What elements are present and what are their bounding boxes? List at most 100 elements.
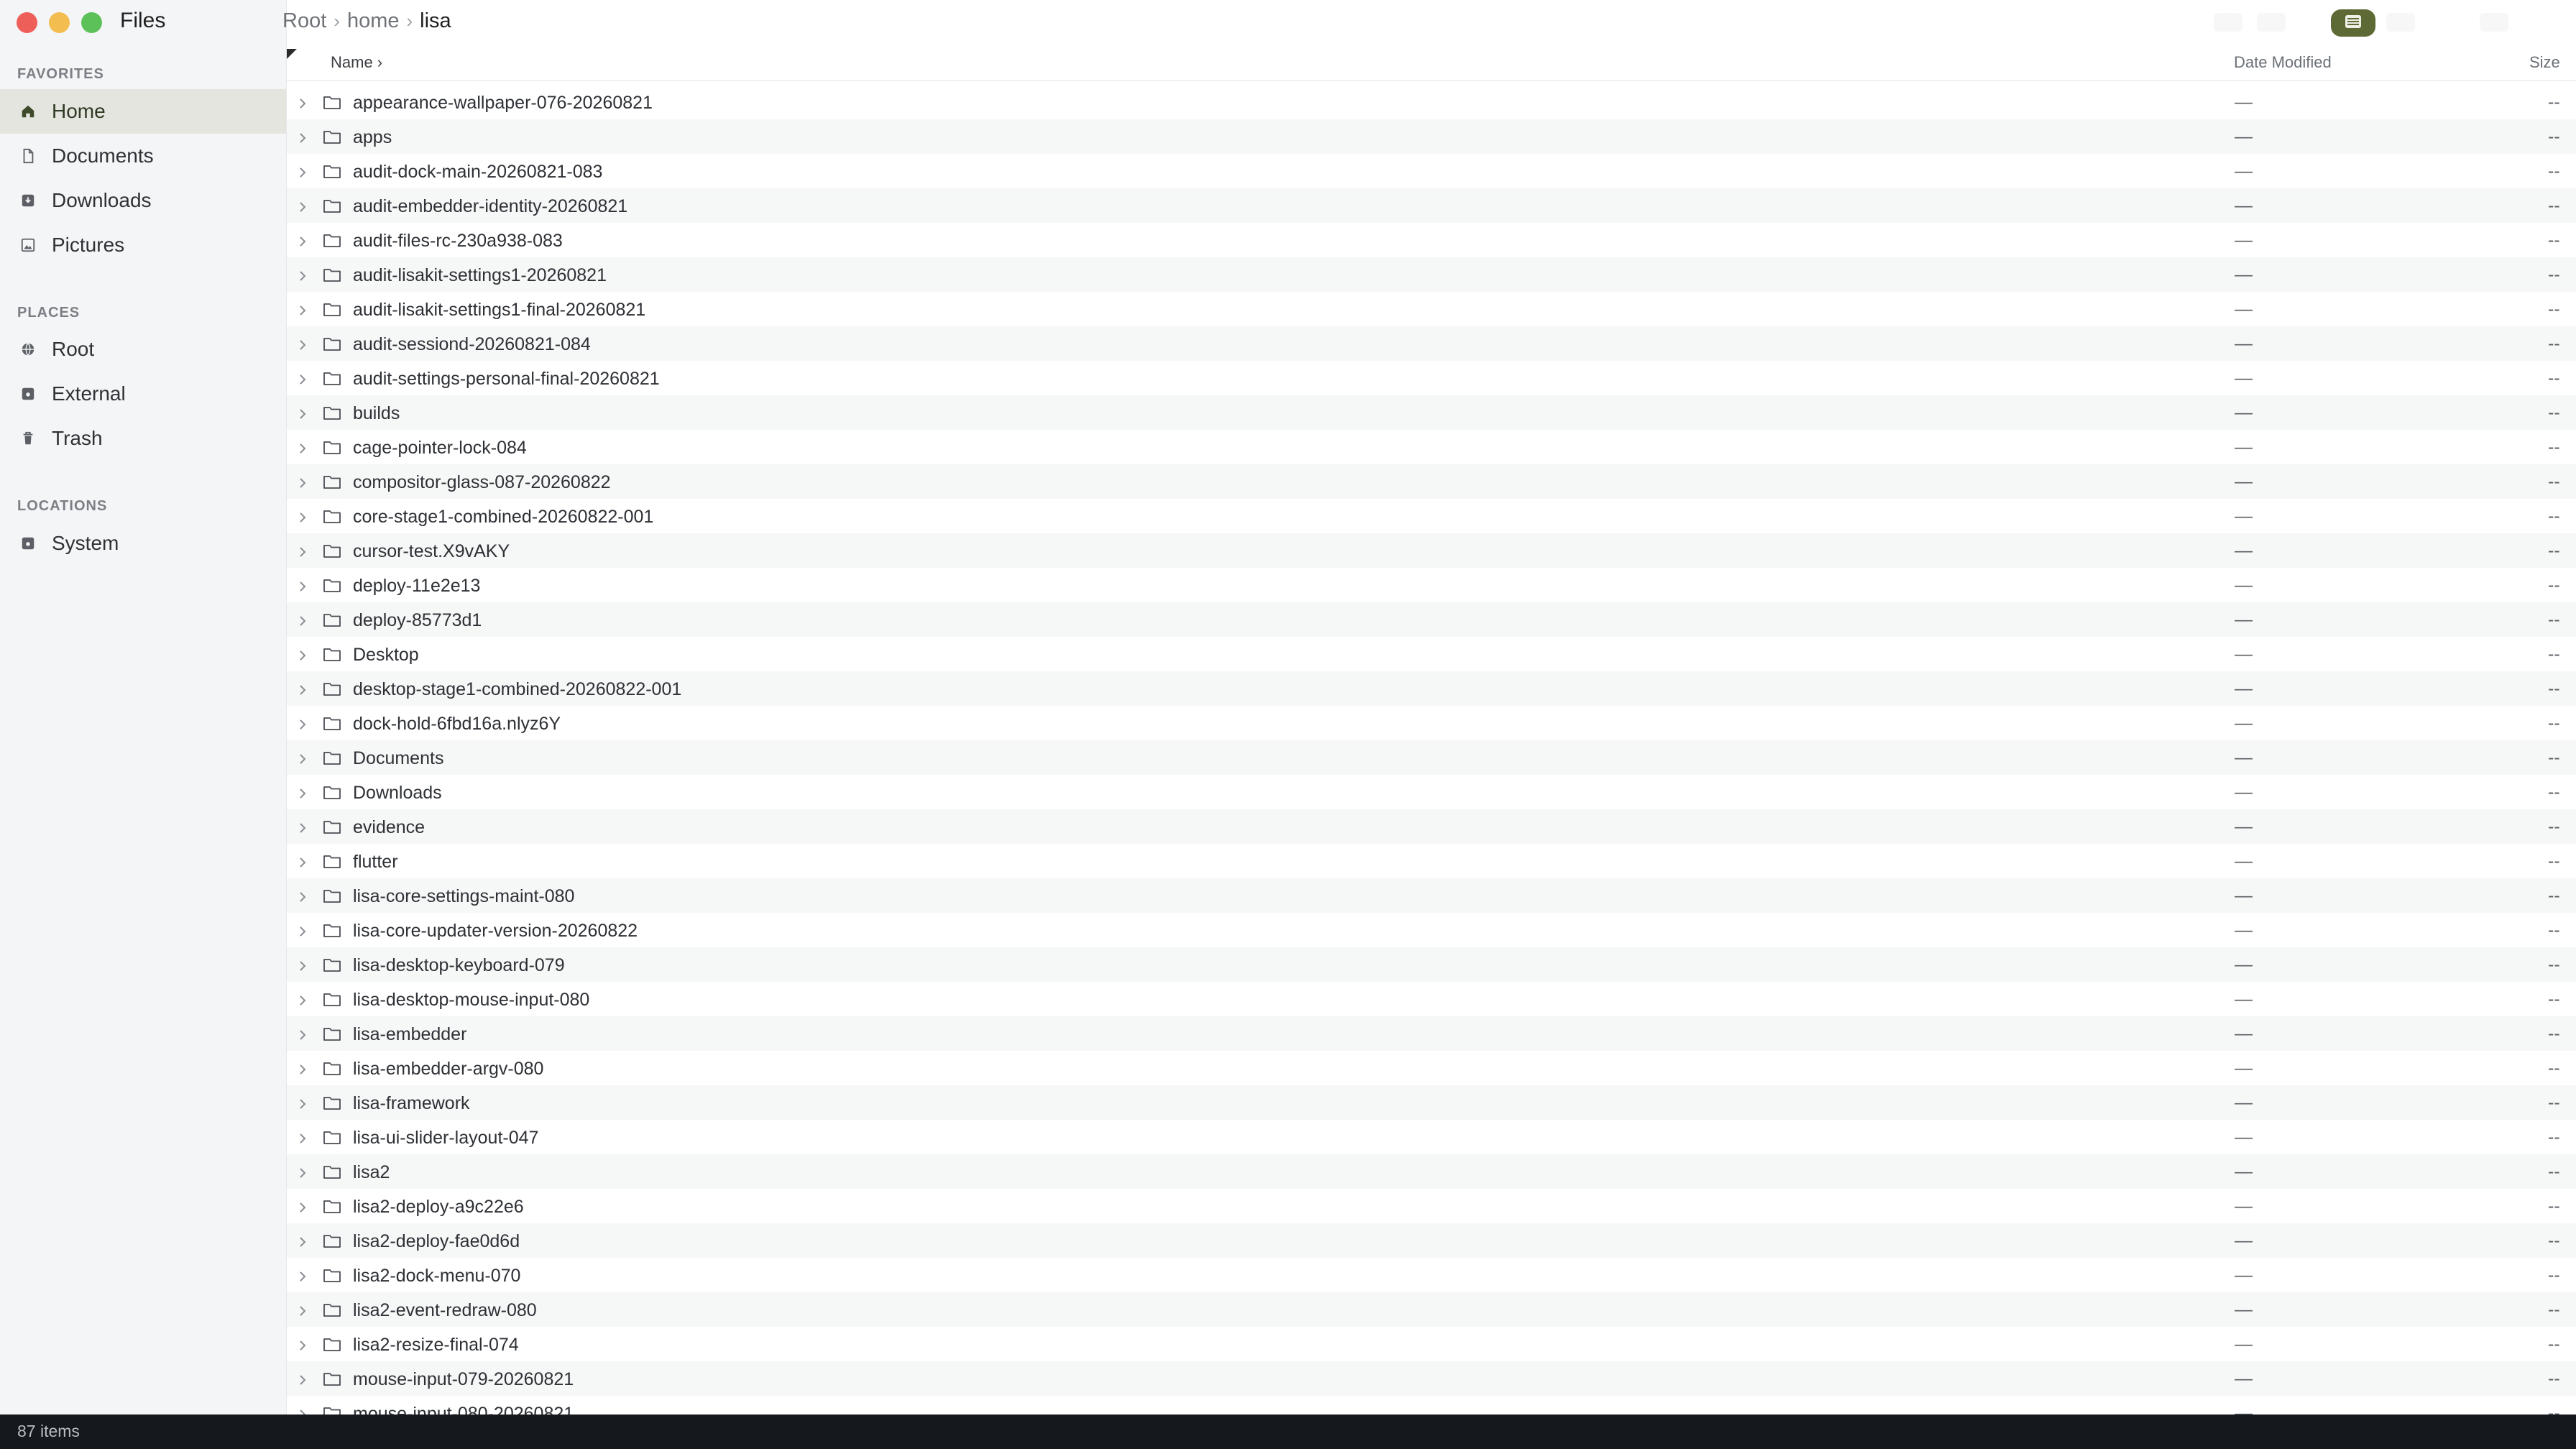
sidebar-item-pictures[interactable]: Pictures bbox=[0, 223, 286, 267]
table-row[interactable]: lisa-core-updater-version-20260822 — -- bbox=[287, 913, 2576, 947]
chevron-right-icon[interactable] bbox=[295, 129, 310, 144]
table-row[interactable]: dock-hold-6fbd16a.nlyz6Y — -- bbox=[287, 706, 2576, 740]
chevron-right-icon[interactable] bbox=[295, 405, 310, 420]
toolbar-control[interactable] bbox=[2480, 13, 2508, 32]
chevron-right-icon[interactable] bbox=[295, 1371, 310, 1386]
chevron-right-icon[interactable] bbox=[295, 543, 310, 558]
sidebar-item-documents[interactable]: Documents bbox=[0, 134, 286, 178]
chevron-right-icon[interactable] bbox=[295, 1406, 310, 1414]
table-row[interactable]: lisa-desktop-mouse-input-080 — -- bbox=[287, 982, 2576, 1016]
table-row[interactable]: lisa2-deploy-a9c22e6 — -- bbox=[287, 1189, 2576, 1223]
table-row[interactable]: lisa2-resize-final-074 — -- bbox=[287, 1327, 2576, 1361]
chevron-right-icon[interactable] bbox=[295, 336, 310, 351]
table-row[interactable]: desktop-stage1-combined-20260822-001 — -- bbox=[287, 671, 2576, 706]
chevron-right-icon[interactable] bbox=[295, 440, 310, 454]
chevron-right-icon[interactable] bbox=[295, 578, 310, 592]
table-row[interactable]: builds — -- bbox=[287, 395, 2576, 430]
chevron-right-icon[interactable] bbox=[295, 1164, 310, 1179]
table-row[interactable]: audit-settings-personal-final-20260821 — -… bbox=[287, 361, 2576, 395]
table-row[interactable]: lisa-desktop-keyboard-079 — -- bbox=[287, 947, 2576, 982]
chevron-right-icon[interactable] bbox=[295, 267, 310, 282]
chevron-right-icon[interactable] bbox=[295, 1061, 310, 1075]
table-row[interactable]: Documents — -- bbox=[287, 740, 2576, 775]
chevron-right-icon[interactable] bbox=[295, 612, 310, 627]
table-row[interactable]: cage-pointer-lock-084 — -- bbox=[287, 430, 2576, 464]
table-row[interactable]: deploy-11e2e13 — -- bbox=[287, 568, 2576, 602]
chevron-right-icon[interactable] bbox=[295, 1268, 310, 1282]
sidebar-item-trash[interactable]: Trash bbox=[0, 416, 286, 461]
chevron-right-icon[interactable] bbox=[295, 1302, 310, 1317]
table-row[interactable]: compositor-glass-087-20260822 — -- bbox=[287, 464, 2576, 499]
sidebar-item-external[interactable]: External bbox=[0, 372, 286, 416]
table-row[interactable]: lisa-core-settings-maint-080 — -- bbox=[287, 878, 2576, 913]
chevron-right-icon[interactable] bbox=[295, 992, 310, 1006]
close-window-button[interactable] bbox=[17, 12, 37, 33]
toolbar-control[interactable] bbox=[2257, 13, 2286, 32]
sidebar-item-home[interactable]: Home bbox=[0, 89, 286, 134]
table-row[interactable]: audit-dock-main-20260821-083 — -- bbox=[287, 154, 2576, 188]
chevron-right-icon[interactable] bbox=[295, 509, 310, 523]
chevron-right-icon[interactable] bbox=[295, 647, 310, 661]
sidebar-item-downloads[interactable]: Downloads bbox=[0, 178, 286, 223]
chevron-right-icon[interactable] bbox=[295, 1130, 310, 1144]
chevron-right-icon[interactable] bbox=[295, 957, 310, 972]
chevron-right-icon[interactable] bbox=[295, 888, 310, 903]
table-row[interactable]: lisa2 — -- bbox=[287, 1154, 2576, 1189]
table-row[interactable]: audit-lisakit-settings1-20260821 — -- bbox=[287, 257, 2576, 292]
chevron-right-icon[interactable] bbox=[295, 819, 310, 834]
breadcrumb-item-home[interactable]: home bbox=[347, 9, 400, 33]
list-view-button[interactable] bbox=[2331, 9, 2375, 37]
table-row[interactable]: lisa2-event-redraw-080 — -- bbox=[287, 1292, 2576, 1327]
chevron-right-icon[interactable] bbox=[295, 371, 310, 385]
chevron-right-icon[interactable] bbox=[295, 854, 310, 868]
table-row[interactable]: lisa-framework — -- bbox=[287, 1085, 2576, 1120]
table-row[interactable]: apps — -- bbox=[287, 119, 2576, 154]
table-row[interactable]: evidence — -- bbox=[287, 809, 2576, 844]
table-row[interactable]: audit-lisakit-settings1-final-20260821 — -… bbox=[287, 292, 2576, 326]
chevron-right-icon[interactable] bbox=[295, 233, 310, 247]
chevron-right-icon[interactable] bbox=[295, 681, 310, 696]
table-row[interactable]: audit-embedder-identity-20260821 — -- bbox=[287, 188, 2576, 223]
table-row[interactable]: lisa2-dock-menu-070 — -- bbox=[287, 1258, 2576, 1292]
chevron-right-icon[interactable] bbox=[295, 1095, 310, 1110]
maximize-window-button[interactable] bbox=[81, 12, 102, 33]
chevron-right-icon[interactable] bbox=[295, 923, 310, 937]
breadcrumb-item-root[interactable]: Root bbox=[282, 9, 326, 33]
toolbar-control[interactable] bbox=[2214, 13, 2242, 32]
table-row[interactable]: mouse-input-080-20260821 — -- bbox=[287, 1396, 2576, 1414]
minimize-window-button[interactable] bbox=[49, 12, 70, 33]
sidebar-item-root[interactable]: Root bbox=[0, 327, 286, 372]
chevron-right-icon[interactable] bbox=[295, 1026, 310, 1041]
chevron-right-icon[interactable] bbox=[295, 1199, 310, 1213]
table-row[interactable]: lisa-embedder-argv-080 — -- bbox=[287, 1051, 2576, 1085]
breadcrumb-item-current[interactable]: lisa bbox=[420, 9, 451, 33]
table-row[interactable]: flutter — -- bbox=[287, 844, 2576, 878]
column-date-header[interactable]: Date Modified bbox=[2234, 53, 2332, 72]
table-row[interactable]: deploy-85773d1 — -- bbox=[287, 602, 2576, 637]
table-row[interactable]: lisa2-deploy-fae0d6d — -- bbox=[287, 1223, 2576, 1258]
column-size-header[interactable]: Size bbox=[2529, 53, 2560, 72]
chevron-right-icon[interactable] bbox=[295, 95, 310, 109]
table-row[interactable]: audit-files-rc-230a938-083 — -- bbox=[287, 223, 2576, 257]
table-row[interactable]: lisa-embedder — -- bbox=[287, 1016, 2576, 1051]
table-row[interactable]: core-stage1-combined-20260822-001 — -- bbox=[287, 499, 2576, 533]
table-row[interactable]: appearance-wallpaper-076-20260821 — -- bbox=[287, 85, 2576, 119]
toolbar-control[interactable] bbox=[2386, 13, 2415, 32]
chevron-right-icon[interactable] bbox=[295, 164, 310, 178]
column-name-header[interactable]: Name › bbox=[331, 53, 382, 72]
chevron-right-icon[interactable] bbox=[295, 1233, 310, 1248]
table-row[interactable]: lisa-ui-slider-layout-047 — -- bbox=[287, 1120, 2576, 1154]
chevron-right-icon[interactable] bbox=[295, 1337, 310, 1351]
chevron-right-icon[interactable] bbox=[295, 750, 310, 765]
chevron-right-icon[interactable] bbox=[295, 785, 310, 799]
table-row[interactable]: Desktop — -- bbox=[287, 637, 2576, 671]
table-row[interactable]: cursor-test.X9vAKY — -- bbox=[287, 533, 2576, 568]
chevron-right-icon[interactable] bbox=[295, 474, 310, 489]
table-row[interactable]: mouse-input-079-20260821 — -- bbox=[287, 1361, 2576, 1396]
sidebar-item-system[interactable]: System bbox=[0, 521, 286, 566]
table-row[interactable]: audit-sessiond-20260821-084 — -- bbox=[287, 326, 2576, 361]
table-row[interactable]: Downloads — -- bbox=[287, 775, 2576, 809]
chevron-right-icon[interactable] bbox=[295, 716, 310, 730]
chevron-right-icon[interactable] bbox=[295, 302, 310, 316]
chevron-right-icon[interactable] bbox=[295, 198, 310, 213]
